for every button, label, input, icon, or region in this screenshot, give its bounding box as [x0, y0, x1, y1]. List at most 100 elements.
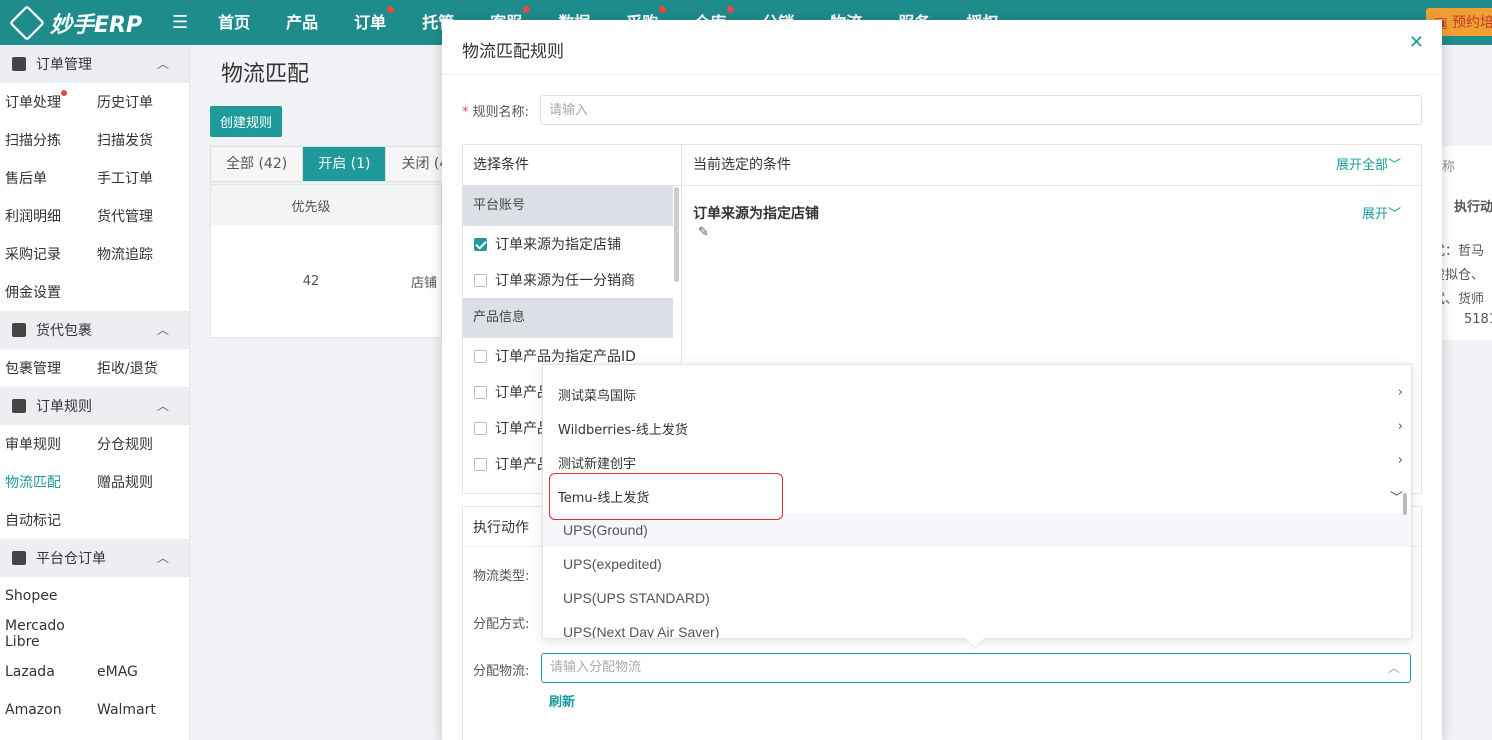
- sidebar-item[interactable]: 手工订单: [92, 168, 184, 188]
- edit-icon[interactable]: ✎: [698, 225, 709, 240]
- chevron-up-icon: ︿: [156, 399, 169, 413]
- sidebar-item[interactable]: Lazada: [0, 664, 92, 680]
- sidebar-item[interactable]: 物流追踪: [92, 244, 184, 264]
- chevron-up-icon: ︿: [1387, 661, 1400, 675]
- create-rule-button[interactable]: 创建规则: [210, 106, 283, 137]
- folder-icon: [12, 399, 26, 413]
- sidebar-item[interactable]: 包裹管理: [0, 358, 92, 378]
- distribution-logistics-label: 分配物流:: [473, 664, 530, 679]
- checkbox[interactable]: [474, 349, 487, 363]
- expand-button[interactable]: 展开﹀: [1362, 203, 1401, 222]
- dropdown-scrollbar[interactable]: [1403, 493, 1407, 515]
- sidebar-item[interactable]: 售后单: [0, 168, 92, 188]
- sidebar-item-label: 包裹管理: [5, 361, 61, 377]
- notification-dot: [523, 6, 531, 13]
- sidebar-item-label: 分仓规则: [97, 437, 153, 453]
- sidebar-group[interactable]: 订单规则 ︿: [0, 387, 189, 425]
- sidebar-item[interactable]: Mercado Libre: [0, 618, 92, 650]
- sidebar-item[interactable]: 赠品规则: [92, 472, 184, 492]
- sidebar-item[interactable]: 扫描分拣: [0, 130, 92, 150]
- sidebar-item[interactable]: 自动标记: [0, 510, 92, 530]
- checkbox[interactable]: [474, 421, 487, 435]
- rule-name-label-text: 规则名称:: [472, 105, 529, 120]
- appointment-label: 预约培: [1452, 15, 1492, 31]
- condition-group-title: 平台账号: [463, 186, 673, 226]
- sidebar-item-label: 售后单: [5, 171, 47, 187]
- sidebar-item[interactable]: 历史订单: [92, 92, 184, 112]
- chevron-down-icon: ﹀: [1387, 207, 1401, 222]
- sidebar-group[interactable]: 货代包裹 ︿: [0, 311, 189, 349]
- sidebar-item[interactable]: 扫描发货: [92, 130, 184, 150]
- logistics-provider-group[interactable]: 测试菜鸟国际 ›: [543, 377, 1411, 411]
- chevron-right-icon: ›: [1397, 453, 1403, 468]
- notification-dot: [659, 6, 667, 13]
- sidebar-item[interactable]: 拒收/退货: [92, 358, 184, 378]
- sidebar-item[interactable]: 佣金设置: [0, 282, 92, 302]
- rule-name-label: * 规则名称:: [462, 101, 529, 120]
- sidebar-item[interactable]: 利润明细: [0, 206, 92, 226]
- distribution-logistics-select[interactable]: 请输入分配物流 ︿: [541, 653, 1411, 683]
- column-header-priority: 优先级: [291, 199, 331, 215]
- sidebar-item-label: eMAG: [97, 664, 138, 680]
- selected-condition-title: 订单来源为指定店铺: [693, 206, 819, 222]
- provider-label: Wildberries-线上发货: [558, 422, 688, 438]
- folder-icon: [12, 57, 26, 71]
- hamburger-menu-icon[interactable]: ☰: [172, 12, 188, 33]
- chevron-up-icon: ︿: [156, 323, 169, 337]
- condition-label: 订单来源为任一分销商: [495, 273, 635, 289]
- sidebar-item[interactable]: eMAG: [92, 664, 184, 680]
- distribution-placeholder: 请输入分配物流: [550, 660, 642, 675]
- actions-title: 执行动作: [473, 520, 529, 536]
- condition-scrollbar[interactable]: [674, 187, 679, 282]
- nav-item[interactable]: 首页: [200, 0, 268, 45]
- provider-label: 测试菜鸟国际: [558, 388, 637, 404]
- sidebar-item-label: 手工订单: [97, 171, 153, 187]
- app-logo[interactable]: 妙手ERP: [0, 4, 190, 41]
- sidebar-item[interactable]: Amazon: [0, 702, 92, 718]
- sidebar-group-title: 平台仓订单: [36, 551, 106, 567]
- condition-checkbox-item[interactable]: 订单来源为指定店铺: [463, 226, 681, 262]
- condition-checkbox-item[interactable]: 订单来源为任一分销商: [463, 262, 681, 298]
- checkbox[interactable]: [474, 385, 487, 399]
- table-right-columns: 称 执行动 式：哲马 虚拟仓、 试、货师 5181: [1432, 146, 1492, 340]
- sidebar-item-label: 拒收/退货: [97, 361, 158, 377]
- rules-table: 优先级 42 店铺: [210, 184, 442, 338]
- checkbox[interactable]: [474, 273, 487, 287]
- sidebar-item[interactable]: 订单处理: [0, 90, 92, 112]
- sidebar-group[interactable]: 订单管理 ︿: [0, 45, 189, 83]
- sidebar-item[interactable]: Walmart: [92, 702, 184, 718]
- sidebar-group[interactable]: 平台仓订单 ︿: [0, 539, 189, 577]
- sidebar-row: Shopee: [0, 577, 189, 615]
- logistics-option[interactable]: UPS(expedited): [543, 547, 1411, 581]
- notification-dot: [387, 6, 395, 13]
- sidebar-row: Mercado Libre: [0, 615, 189, 653]
- checkbox[interactable]: [474, 457, 487, 471]
- nav-item[interactable]: 订单: [336, 0, 404, 45]
- priority-cell: 42: [302, 273, 320, 289]
- tab-all[interactable]: 全部 (42): [211, 147, 304, 181]
- sidebar-item-label: Mercado Libre: [5, 618, 65, 650]
- expand-all-button[interactable]: 展开全部﹀: [1336, 145, 1401, 186]
- sidebar-item[interactable]: 分仓规则: [92, 434, 184, 454]
- page-title: 物流匹配: [221, 62, 310, 87]
- sidebar-item[interactable]: 货代管理: [92, 206, 184, 226]
- tab-enabled[interactable]: 开启 (1): [303, 147, 387, 181]
- sidebar-group-title: 货代包裹: [36, 323, 92, 339]
- close-icon[interactable]: ✕: [1409, 32, 1424, 53]
- condition-group-title: 产品信息: [463, 298, 673, 338]
- refresh-button[interactable]: 刷新: [549, 691, 575, 710]
- sidebar-item-label: 历史订单: [97, 95, 153, 111]
- nav-item-label: 产品: [286, 13, 319, 32]
- divider: [442, 74, 1442, 75]
- sidebar-item[interactable]: 采购记录: [0, 244, 92, 264]
- logistics-option[interactable]: UPS(UPS STANDARD): [543, 581, 1411, 615]
- sidebar: 订单管理 ︿ 订单处理 历史订单扫描分拣 扫描发货售后单 手工订单利润明细 货代管理 采购记录…: [0, 45, 190, 740]
- sidebar-item[interactable]: 审单规则: [0, 434, 92, 454]
- logistics-provider-group[interactable]: Wildberries-线上发货 ›: [543, 411, 1411, 445]
- distribution-method-label: 分配方式:: [473, 617, 530, 632]
- sidebar-item[interactable]: Shopee: [0, 588, 92, 604]
- rule-name-input[interactable]: [540, 95, 1422, 125]
- nav-item[interactable]: 产品: [268, 0, 336, 45]
- checkbox[interactable]: [474, 237, 487, 251]
- sidebar-item[interactable]: 物流匹配: [0, 472, 92, 492]
